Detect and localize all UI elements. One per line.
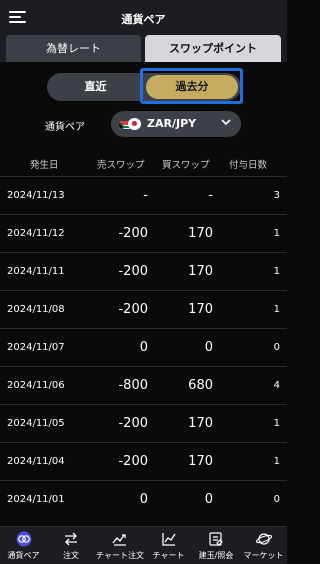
nav-label: チャート <box>152 551 185 560</box>
row-days: 1 <box>273 266 280 277</box>
market-icon <box>255 533 272 545</box>
row-days: 3 <box>273 190 280 201</box>
header-buy-swap: 買スワップ <box>162 160 210 171</box>
nav-chart[interactable]: チャート <box>145 527 192 564</box>
nav-label: 注文 <box>63 551 79 560</box>
order-arrows-icon <box>65 532 77 546</box>
table-row: 2024/11/12 -200 170 1 <box>0 214 287 253</box>
table-row: 2024/11/08 -200 170 1 <box>0 290 287 329</box>
bottom-nav: 通貨ペア 注文 チャート注文 チャート 建玉/照会 マーケット <box>0 526 287 564</box>
header-sell-swap: 売スワップ <box>97 160 145 171</box>
nav-label: 通貨ペア <box>7 551 40 560</box>
row-days: 4 <box>273 380 280 391</box>
table-row: 2024/11/11 -200 170 1 <box>0 252 287 291</box>
pair-value: ZAR/JPY <box>147 117 197 130</box>
chevron-down-icon <box>221 119 231 126</box>
table-row: 2024/11/04 -200 170 1 <box>0 442 287 481</box>
row-days: 1 <box>273 228 280 239</box>
table-row: 2024/11/05 -200 170 1 <box>0 404 287 443</box>
nav-order[interactable]: 注文 <box>47 527 95 564</box>
nav-market[interactable]: マーケット <box>240 527 287 564</box>
top-bar: 通貨ペア <box>0 0 287 34</box>
chart-order-icon <box>112 534 126 546</box>
row-days: 1 <box>273 456 280 467</box>
row-days: 1 <box>273 304 280 315</box>
nav-label: 建玉/照会 <box>198 551 234 560</box>
recent-button[interactable]: 直近 <box>47 73 144 101</box>
nav-chart-order[interactable]: チャート注文 <box>95 527 145 564</box>
table-row: 2024/11/13 - - 3 <box>0 176 287 215</box>
tab-exchange-rate[interactable]: 為替レート <box>6 35 141 62</box>
table-row: 2024/11/01 0 0 0 <box>0 480 287 519</box>
table-row: 2024/11/06 -800 680 4 <box>0 366 287 405</box>
tab-bar: 為替レート スワップポイント <box>0 34 287 62</box>
pair-label: 通貨ペア <box>45 122 85 133</box>
nav-label: チャート注文 <box>96 551 144 560</box>
currency-pair-icon <box>16 531 31 547</box>
header-days: 付与日数 <box>229 160 268 171</box>
chart-icon <box>161 533 176 546</box>
currency-pair-select[interactable]: ZAR/JPY <box>111 111 241 137</box>
tab-swap-points[interactable]: スワップポイント <box>145 35 281 62</box>
japan-flag-icon <box>128 118 141 130</box>
page-title: 通貨ペア <box>121 13 166 26</box>
row-days: 0 <box>273 494 280 505</box>
nav-currency-pair[interactable]: 通貨ペア <box>0 527 47 564</box>
table-row: 2024/11/07 0 0 0 <box>0 328 287 367</box>
nav-label: マーケット <box>243 551 284 560</box>
header-date: 発生日 <box>30 160 59 171</box>
row-days: 0 <box>273 342 280 353</box>
nav-positions[interactable]: 建玉/照会 <box>192 527 240 564</box>
positions-icon <box>209 532 223 546</box>
selection-highlight <box>140 68 243 104</box>
row-days: 1 <box>273 418 280 429</box>
